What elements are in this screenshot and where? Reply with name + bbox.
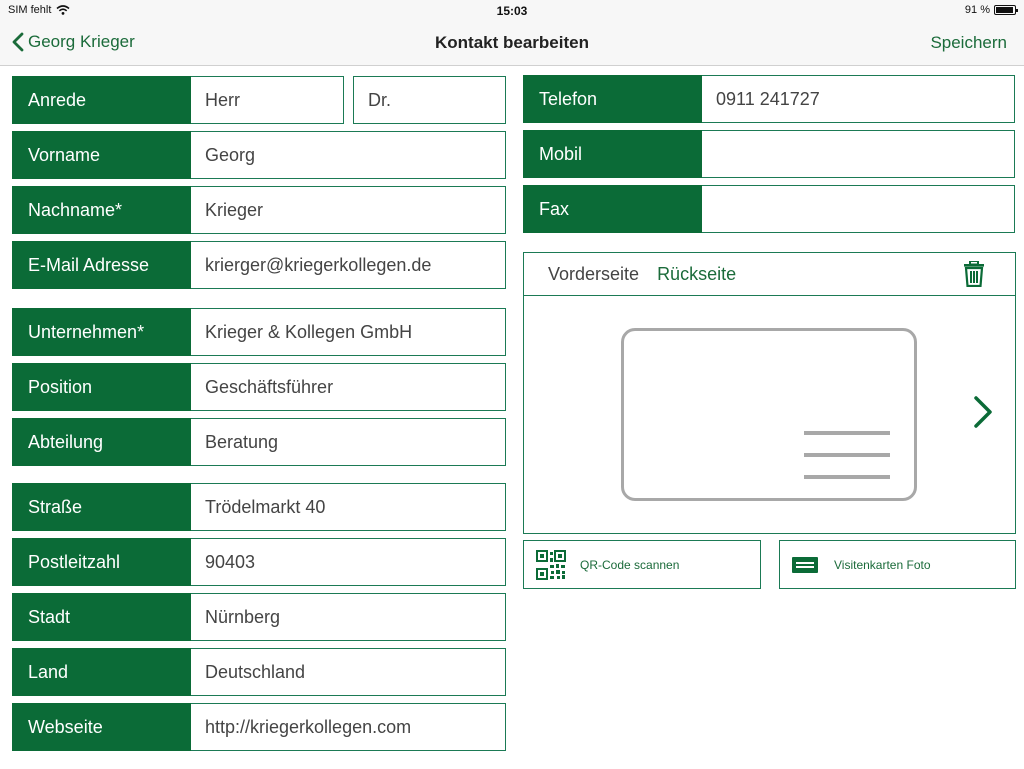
battery-icon [994,5,1018,15]
card-photo-button[interactable]: Visitenkarten Foto [779,540,1016,589]
form-row-mobil: Mobil [523,130,1015,178]
form-row-plz: Postleitzahl 90403 [12,538,506,586]
abteilung-label: Abteilung [12,418,191,466]
email-label: E-Mail Adresse [12,241,191,289]
webseite-input[interactable]: http://kriegerkollegen.com [191,703,506,751]
stadt-label: Stadt [12,593,191,641]
vorname-label: Vorname [12,131,191,179]
tab-back-side[interactable]: Rückseite [657,264,736,285]
strasse-label: Straße [12,483,191,531]
form-row-abteilung: Abteilung Beratung [12,418,506,466]
status-battery: 91 % [965,4,1018,16]
webseite-label: Webseite [12,703,191,751]
form-row-strasse: Straße Trödelmarkt 40 [12,483,506,531]
form-row-unternehmen: Unternehmen* Krieger & Kollegen GmbH [12,308,506,356]
chevron-right-icon[interactable] [973,395,993,434]
unternehmen-input[interactable]: Krieger & Kollegen GmbH [191,308,506,356]
title-input[interactable]: Dr. [353,76,506,124]
qr-scan-button[interactable]: QR-Code scannen [523,540,761,589]
fax-input[interactable] [702,185,1015,233]
form-row-stadt: Stadt Nürnberg [12,593,506,641]
position-label: Position [12,363,191,411]
card-side-tabs: Vorderseite Rückseite [524,253,1015,296]
nachname-label: Nachname* [12,186,191,234]
form-row-telefon: Telefon 0911 241727 [523,75,1015,123]
plz-input[interactable]: 90403 [191,538,506,586]
unternehmen-label: Unternehmen* [12,308,191,356]
form-row-vorname: Vorname Georg [12,131,506,179]
plz-label: Postleitzahl [12,538,191,586]
mobil-input[interactable] [702,130,1015,178]
tab-front-side[interactable]: Vorderseite [548,264,639,285]
fax-label: Fax [523,185,702,233]
business-card-icon [792,556,818,573]
navigation-bar: SIM fehlt 15:03 91 % Georg Krieger Konta… [0,0,1024,66]
qr-code-icon [536,549,566,580]
trash-icon[interactable] [963,260,985,292]
mobil-label: Mobil [523,130,702,178]
page-title: Kontakt bearbeiten [435,33,589,52]
anrede-label: Anrede [12,76,191,124]
save-button[interactable]: Speichern [930,33,1007,53]
business-card-placeholder [621,328,917,501]
strasse-input[interactable]: Trödelmarkt 40 [191,483,506,531]
status-time: 15:03 [496,4,528,18]
form-row-nachname: Nachname* Krieger [12,186,506,234]
abteilung-input[interactable]: Beratung [191,418,506,466]
form-row-land: Land Deutschland [12,648,506,696]
position-input[interactable]: Geschäftsführer [191,363,506,411]
vorname-input[interactable]: Georg [191,131,506,179]
form-row-position: Position Geschäftsführer [12,363,506,411]
telefon-input[interactable]: 0911 241727 [702,75,1015,123]
anrede-input[interactable]: Herr [191,76,344,124]
email-input[interactable]: krierger@kriegerkollegen.de [191,241,506,289]
form-row-email: E-Mail Adresse krierger@kriegerkollegen.… [12,241,506,289]
form-row-fax: Fax [523,185,1015,233]
form-row-anrede: Anrede Herr [12,76,344,124]
telefon-label: Telefon [523,75,702,123]
stadt-input[interactable]: Nürnberg [191,593,506,641]
land-input[interactable]: Deutschland [191,648,506,696]
nachname-input[interactable]: Krieger [191,186,506,234]
business-card-panel: Vorderseite Rückseite [523,252,1016,534]
form-row-webseite: Webseite http://kriegerkollegen.com [12,703,506,751]
land-label: Land [12,648,191,696]
